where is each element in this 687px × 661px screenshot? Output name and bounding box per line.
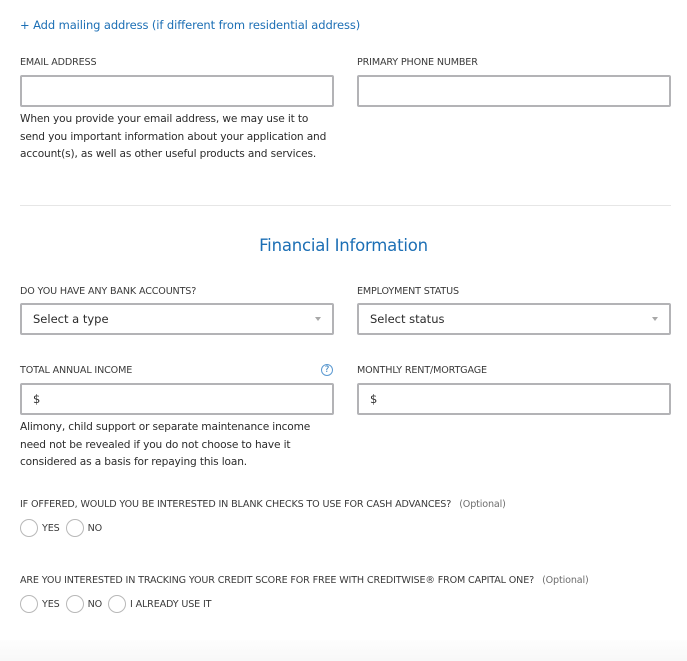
currency-prefix: $ bbox=[33, 392, 41, 406]
currency-prefix: $ bbox=[370, 392, 378, 406]
radio-circle-icon[interactable] bbox=[65, 519, 84, 537]
annual-income-label: TOTAL ANNUAL INCOME bbox=[20, 365, 133, 376]
email-helper-line: account(s), as well as other useful prod… bbox=[20, 148, 317, 160]
phone-label: PRIMARY PHONE NUMBER bbox=[357, 57, 478, 68]
annual-income-field[interactable]: $ bbox=[20, 383, 334, 415]
email-label: EMAIL ADDRESS bbox=[20, 57, 97, 68]
radio-label: YES bbox=[42, 522, 60, 534]
blank-checks-radio-group: YES NO bbox=[20, 519, 108, 537]
add-mailing-address-link[interactable]: + Add mailing address (if different from… bbox=[20, 18, 360, 32]
employment-status-select[interactable]: Select status bbox=[357, 303, 671, 335]
creditwise-already-use-radio[interactable]: I ALREADY USE IT bbox=[108, 595, 212, 613]
chevron-down-icon bbox=[315, 317, 321, 321]
bank-accounts-select[interactable]: Select a type bbox=[20, 303, 334, 335]
email-helper-line: send you important information about you… bbox=[20, 130, 327, 143]
email-helper-line: When you provide your email address, we … bbox=[20, 113, 309, 125]
radio-label: NO bbox=[87, 522, 103, 534]
employment-status-label: EMPLOYMENT STATUS bbox=[357, 286, 459, 297]
help-icon[interactable]: ? bbox=[321, 364, 333, 376]
employment-status-selected-value: Select status bbox=[370, 312, 445, 326]
blank-checks-no-radio[interactable]: NO bbox=[65, 519, 103, 537]
chevron-down-icon bbox=[652, 317, 658, 321]
section-divider bbox=[20, 205, 671, 206]
radio-circle-icon[interactable] bbox=[20, 595, 38, 613]
radio-circle-icon[interactable] bbox=[65, 595, 84, 613]
bank-accounts-selected-value: Select a type bbox=[33, 312, 109, 326]
blank-checks-yes-radio[interactable]: YES bbox=[20, 519, 60, 537]
creditwise-radio-group: YES NO I ALREADY USE IT bbox=[20, 595, 217, 613]
blank-checks-question: IF OFFERED, WOULD YOU BE INTERESTED IN B… bbox=[20, 499, 506, 510]
bank-accounts-label: DO YOU HAVE ANY BANK ACCOUNTS? bbox=[20, 286, 197, 297]
income-helper-line: Alimony, child support or separate maint… bbox=[20, 421, 311, 433]
optional-tag: (Optional) bbox=[542, 575, 589, 586]
creditwise-yes-radio[interactable]: YES bbox=[20, 595, 60, 613]
radio-circle-icon[interactable] bbox=[108, 595, 126, 613]
optional-tag: (Optional) bbox=[459, 499, 506, 510]
monthly-rent-label: MONTHLY RENT/MORTGAGE bbox=[357, 365, 487, 376]
page-footer-band bbox=[0, 640, 687, 661]
monthly-rent-field[interactable]: $ bbox=[357, 383, 671, 415]
creditwise-question-text: ARE YOU INTERESTED IN TRACKING YOUR CRED… bbox=[20, 575, 535, 586]
radio-circle-icon[interactable] bbox=[20, 519, 38, 537]
creditwise-no-radio[interactable]: NO bbox=[65, 595, 103, 613]
email-field[interactable] bbox=[20, 75, 334, 107]
radio-label: YES bbox=[42, 598, 60, 610]
income-helper-line: need not be revealed if you do not choos… bbox=[20, 438, 291, 451]
application-form: + Add mailing address (if different from… bbox=[0, 0, 687, 661]
phone-field[interactable] bbox=[357, 75, 671, 107]
financial-info-heading: Financial Information bbox=[259, 236, 428, 255]
radio-label: NO bbox=[87, 598, 103, 610]
blank-checks-question-text: IF OFFERED, WOULD YOU BE INTERESTED IN B… bbox=[20, 499, 452, 510]
income-helper-line: considered as a basis for repaying this … bbox=[20, 456, 248, 468]
income-helper-text: Alimony, child support or separate maint… bbox=[20, 419, 350, 472]
radio-label: I ALREADY USE IT bbox=[130, 598, 212, 610]
creditwise-question: ARE YOU INTERESTED IN TRACKING YOUR CRED… bbox=[20, 575, 589, 586]
email-helper-text: When you provide your email address, we … bbox=[20, 111, 350, 164]
